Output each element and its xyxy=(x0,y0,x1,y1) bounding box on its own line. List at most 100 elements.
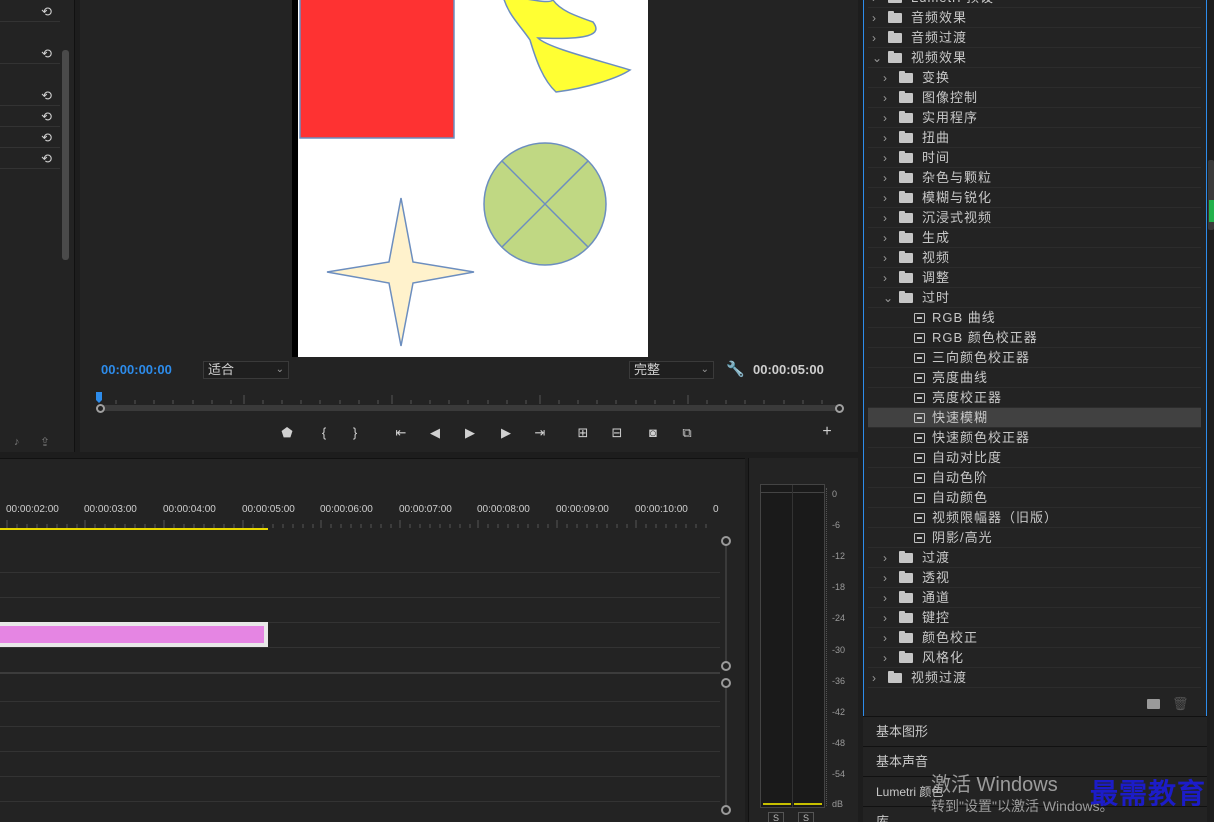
effects-folder[interactable]: › 模糊与锐化 xyxy=(868,188,1201,208)
essential-graphics-tab[interactable]: 基本图形 xyxy=(863,716,1207,746)
scroll-handle[interactable] xyxy=(721,678,731,688)
chevron-right-icon[interactable]: › xyxy=(872,0,884,8)
chevron-right-icon[interactable]: › xyxy=(883,108,895,128)
effect-item[interactable]: 视频限幅器（旧版） xyxy=(868,508,1201,528)
zoom-handle-left[interactable] xyxy=(96,404,105,413)
effect-item[interactable]: 亮度曲线 xyxy=(868,368,1201,388)
reset-icon[interactable]: ⟲ xyxy=(41,109,52,125)
effects-folder[interactable]: › 视频 xyxy=(868,248,1201,268)
effects-folder[interactable]: › 调整 xyxy=(868,268,1201,288)
effect-item[interactable]: 自动颜色 xyxy=(868,488,1201,508)
effect-item[interactable]: RGB 曲线 xyxy=(868,308,1201,328)
quality-select[interactable]: 完整 ⌄ xyxy=(629,361,714,379)
chevron-right-icon[interactable]: › xyxy=(883,268,895,288)
scroll-handle[interactable] xyxy=(721,536,731,546)
effects-folder[interactable]: › 扭曲 xyxy=(868,128,1201,148)
solo-button[interactable]: S xyxy=(768,812,784,822)
solo-button[interactable]: S xyxy=(798,812,814,822)
reset-icon[interactable]: ⟲ xyxy=(41,46,52,62)
effects-folder[interactable]: › 图像控制 xyxy=(868,88,1201,108)
chevron-right-icon[interactable]: › xyxy=(883,648,895,668)
chevron-down-icon[interactable]: ⌄ xyxy=(883,288,895,308)
chevron-right-icon[interactable]: › xyxy=(883,68,895,88)
compare-icon[interactable]: ⧉ xyxy=(678,425,696,441)
chevron-right-icon[interactable]: › xyxy=(883,248,895,268)
effects-folder[interactable]: › 颜色校正 xyxy=(868,628,1201,648)
chevron-right-icon[interactable]: › xyxy=(883,568,895,588)
scroll-handle[interactable] xyxy=(721,805,731,815)
chevron-right-icon[interactable]: › xyxy=(883,148,895,168)
reset-icon[interactable]: ⟲ xyxy=(41,151,52,167)
work-area-bar[interactable] xyxy=(0,528,268,530)
mark-in-icon[interactable]: { xyxy=(315,425,333,440)
fit-select[interactable]: 适合 ⌄ xyxy=(203,361,289,379)
mark-out-icon[interactable]: } xyxy=(346,425,364,440)
effect-item[interactable]: 阴影/高光 xyxy=(868,528,1201,548)
chevron-right-icon[interactable]: › xyxy=(883,628,895,648)
export-icon[interactable]: ⇪ xyxy=(40,435,50,449)
effects-folder[interactable]: › Lumetri 预设 xyxy=(868,0,1201,8)
scroll-handle[interactable] xyxy=(721,661,731,671)
scrollbar[interactable] xyxy=(62,50,69,260)
chevron-right-icon[interactable]: › xyxy=(883,168,895,188)
chevron-right-icon[interactable]: › xyxy=(883,188,895,208)
effects-folder[interactable]: › 通道 xyxy=(868,588,1201,608)
video-canvas[interactable] xyxy=(298,0,648,357)
effect-item[interactable]: 亮度校正器 xyxy=(868,388,1201,408)
chevron-right-icon[interactable]: › xyxy=(883,128,895,148)
effects-folder[interactable]: › 变换 xyxy=(868,68,1201,88)
audio-scrollbar[interactable] xyxy=(725,688,727,806)
chevron-right-icon[interactable]: › xyxy=(883,228,895,248)
chevron-down-icon[interactable]: ⌄ xyxy=(872,48,884,68)
chevron-right-icon[interactable]: › xyxy=(883,608,895,628)
effects-folder[interactable]: › 风格化 xyxy=(868,648,1201,668)
effects-folder[interactable]: › 时间 xyxy=(868,148,1201,168)
current-timecode[interactable]: 00:00:00:00 xyxy=(101,362,172,377)
chevron-right-icon[interactable]: › xyxy=(883,588,895,608)
zoom-scrollbar[interactable] xyxy=(100,405,840,411)
effect-item[interactable]: 快速模糊 xyxy=(868,408,1201,428)
step-forward-icon[interactable]: ▶︎ xyxy=(497,425,515,441)
go-to-in-icon[interactable]: ⇤ xyxy=(392,425,410,441)
effect-item[interactable]: 三向颜色校正器 xyxy=(868,348,1201,368)
effects-folder[interactable]: ⌄ 过时 xyxy=(868,288,1201,308)
extract-icon[interactable]: ⊟ xyxy=(608,425,626,441)
step-back-icon[interactable]: ◀︎ xyxy=(426,425,444,441)
chevron-right-icon[interactable]: › xyxy=(872,668,884,688)
effects-folder[interactable]: › 过渡 xyxy=(868,548,1201,568)
chevron-right-icon[interactable]: › xyxy=(883,548,895,568)
play-icon[interactable]: ▶︎ xyxy=(461,425,479,441)
effects-folder[interactable]: › 沉浸式视频 xyxy=(868,208,1201,228)
effects-folder[interactable]: › 音频效果 xyxy=(868,8,1201,28)
new-bin-icon[interactable] xyxy=(1147,699,1160,709)
add-button-icon[interactable]: + xyxy=(818,423,836,441)
effect-item[interactable]: RGB 颜色校正器 xyxy=(868,328,1201,348)
effects-folder[interactable]: › 杂色与颗粒 xyxy=(868,168,1201,188)
effects-folder[interactable]: › 透视 xyxy=(868,568,1201,588)
video-scrollbar[interactable] xyxy=(725,545,727,663)
chevron-right-icon[interactable]: › xyxy=(872,28,884,48)
marker-icon[interactable]: ⬟ xyxy=(278,425,296,441)
lift-icon[interactable]: ⊞ xyxy=(574,425,592,441)
chevron-right-icon[interactable]: › xyxy=(883,88,895,108)
effect-item[interactable]: 快速颜色校正器 xyxy=(868,428,1201,448)
wrench-icon[interactable]: 🔧 xyxy=(726,360,745,378)
effects-folder[interactable]: › 视频过渡 xyxy=(868,668,1201,688)
effects-folder[interactable]: › 生成 xyxy=(868,228,1201,248)
chevron-right-icon[interactable]: › xyxy=(872,8,884,28)
reset-icon[interactable]: ⟲ xyxy=(41,4,52,20)
audio-clip-icon[interactable]: ♪ xyxy=(14,436,20,448)
effect-item[interactable]: 自动对比度 xyxy=(868,448,1201,468)
trash-icon[interactable]: 🗑 xyxy=(1172,696,1189,712)
monitor-time-ruler[interactable] xyxy=(96,392,844,406)
effects-folder[interactable]: › 实用程序 xyxy=(868,108,1201,128)
reset-icon[interactable]: ⟲ xyxy=(41,130,52,146)
go-to-out-icon[interactable]: ⇥ xyxy=(531,425,549,441)
effects-folder[interactable]: › 键控 xyxy=(868,608,1201,628)
effects-folder[interactable]: ⌄ 视频效果 xyxy=(868,48,1201,68)
chevron-right-icon[interactable]: › xyxy=(883,208,895,228)
effects-folder[interactable]: › 音频过渡 xyxy=(868,28,1201,48)
effect-item[interactable]: 自动色阶 xyxy=(868,468,1201,488)
playhead-marker[interactable] xyxy=(96,392,102,403)
camera-icon[interactable]: ◙ xyxy=(644,425,662,440)
